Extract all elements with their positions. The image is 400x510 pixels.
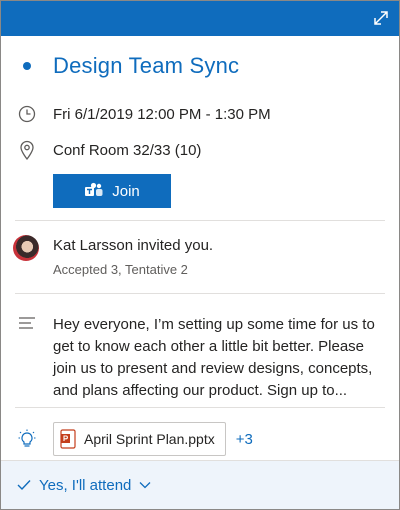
teams-icon (85, 182, 103, 196)
invite-section: Kat Larsson invited you. Accepted 3, Ten… (1, 221, 399, 293)
attachment-name: April Sprint Plan.pptx (84, 431, 215, 447)
attachment-file[interactable]: April Sprint Plan.pptx (53, 422, 226, 456)
location-pin-icon (20, 140, 34, 160)
title-row: Design Team Sync (1, 36, 399, 96)
response-summary: Accepted 3, Tentative 2 (53, 262, 188, 277)
status-dot-icon (23, 62, 31, 70)
event-datetime: Fri 6/1/2019 12:00 PM - 1:30 PM (53, 105, 271, 123)
join-label: Join (112, 182, 140, 200)
event-location: Conf Room 32/33 (10) (53, 141, 202, 159)
event-card: Design Team Sync Fri 6/1/2019 12:00 PM -… (0, 0, 400, 510)
rsvp-bar: Yes, I'll attend (1, 460, 399, 509)
datetime-row: Fri 6/1/2019 12:00 PM - 1:30 PM (1, 96, 399, 132)
avatar (13, 235, 39, 261)
invite-text: Kat Larsson invited you. (53, 237, 214, 254)
chevron-down-icon (139, 482, 151, 489)
more-attachments-link[interactable]: +3 (236, 431, 253, 448)
rsvp-button[interactable]: Yes, I'll attend (17, 477, 151, 494)
rsvp-label: Yes, I'll attend (39, 476, 132, 494)
expand-icon[interactable] (372, 9, 390, 27)
event-description: Hey everyone, I’m setting up some time f… (53, 316, 375, 399)
notes-icon (19, 317, 35, 329)
card-header (1, 1, 399, 36)
powerpoint-icon (60, 429, 76, 449)
location-row: Conf Room 32/33 (10) (1, 132, 399, 168)
clock-icon (18, 105, 36, 123)
checkmark-icon (17, 480, 31, 491)
description-section: Hey everyone, I’m setting up some time f… (1, 294, 399, 407)
join-button[interactable]: Join (53, 174, 171, 208)
lightbulb-icon (18, 429, 36, 447)
event-title: Design Team Sync (53, 53, 240, 78)
